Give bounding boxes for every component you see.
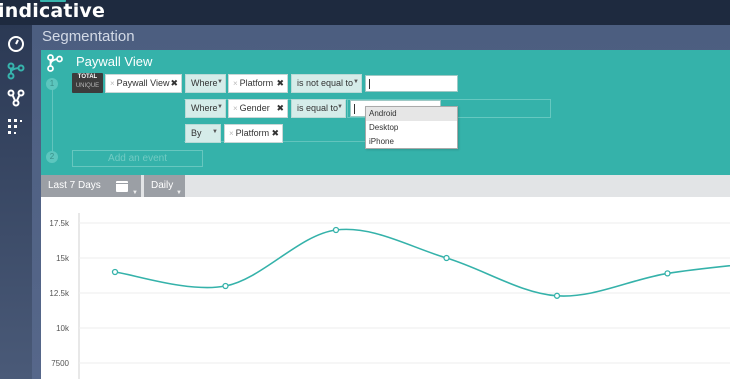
chart-area: 17.5k 15k 12.5k 10k 7500 [41,197,730,379]
chevron-down-icon: ▼ [217,79,223,85]
funnel-icon[interactable] [7,89,25,107]
left-nav [0,25,32,379]
dropdown-option[interactable]: Android [366,107,457,121]
segmentation-icon [47,54,63,72]
where-button[interactable]: Where ▼ [185,99,226,118]
top-bar: indicative [0,0,730,25]
interval-label: Daily [151,180,174,191]
delete-icon[interactable]: ✖ [276,100,284,117]
operator-select[interactable]: is equal to ▼ [291,99,346,118]
chevron-down-icon: ▼ [217,104,223,110]
segmentation-icon[interactable] [7,62,25,80]
text-cursor [354,104,355,114]
remove-icon[interactable]: × [233,79,238,88]
logo-mark-icon [40,0,66,6]
group-by-button[interactable]: By ▼ [185,124,221,143]
y-tick-label: 17.5k [49,219,70,228]
remove-icon[interactable]: × [110,79,115,88]
delete-icon[interactable]: ✖ [170,75,178,92]
value-dropdown-menu: Android Desktop iPhone [365,106,458,149]
series-line [114,228,730,297]
delete-icon[interactable]: ✖ [276,75,284,92]
page-title: Segmentation [42,28,135,45]
where-label: Where [191,78,218,88]
operator-label: is equal to [297,103,339,113]
event-chip[interactable]: × Paywall View ✖ [105,74,182,93]
remove-icon[interactable]: × [229,129,234,138]
chevron-down-icon: ▼ [132,190,138,196]
query-title[interactable]: Paywall View [76,54,152,69]
step-number: 2 [46,151,58,163]
y-tick-label: 12.5k [49,289,70,298]
add-event-input[interactable]: Add an event [72,150,203,167]
operator-label: is not equal to [297,78,354,88]
text-cursor [369,79,370,89]
date-range-label: Last 7 Days [48,180,101,191]
data-point[interactable] [332,226,340,234]
dashboard-icon[interactable] [7,35,25,53]
property-label: Platform [239,78,274,88]
data-point[interactable] [664,270,671,277]
y-tick-label: 10k [56,324,70,333]
chevron-down-icon: ▼ [212,129,218,135]
data-point[interactable] [443,254,450,262]
data-point[interactable] [553,292,561,299]
calendar-icon[interactable] [116,181,128,192]
by-label: By [191,128,202,138]
remove-icon[interactable]: × [233,104,238,113]
interval-select[interactable]: Daily ▼ [144,175,185,197]
unique-label: UNIQUE [75,83,100,89]
y-tick-label: 15k [56,254,70,263]
dropdown-option[interactable]: Desktop [366,121,457,135]
y-tick-label: 7500 [51,359,69,368]
filter-value-input[interactable] [365,75,458,92]
group-by-chip[interactable]: × Platform ✖ [224,124,283,143]
delete-icon[interactable]: ✖ [271,125,279,142]
data-point[interactable] [111,268,119,276]
step-connector [52,89,53,152]
line-chart: 17.5k 15k 12.5k 10k 7500 [49,213,730,379]
chevron-down-icon: ▼ [337,104,343,110]
property-label: Gender [239,103,270,113]
where-label: Where [191,103,218,113]
property-chip-gender[interactable]: × Gender ✖ [228,99,288,118]
chevron-down-icon: ▼ [176,190,182,196]
operator-select[interactable]: is not equal to ▼ [291,74,362,93]
total-label: TOTAL [77,74,98,80]
data-point[interactable] [222,282,229,290]
event-chip-label: Paywall View [116,78,170,88]
cohort-icon[interactable] [7,118,25,136]
where-button[interactable]: Where ▼ [185,74,226,93]
group-by-property-label: Platform [235,128,270,138]
property-chip-platform[interactable]: × Platform ✖ [228,74,288,93]
total-unique-toggle[interactable]: TOTAL UNIQUE [72,73,103,93]
dropdown-option[interactable]: iPhone [366,135,457,149]
chevron-down-icon: ▼ [353,79,359,85]
